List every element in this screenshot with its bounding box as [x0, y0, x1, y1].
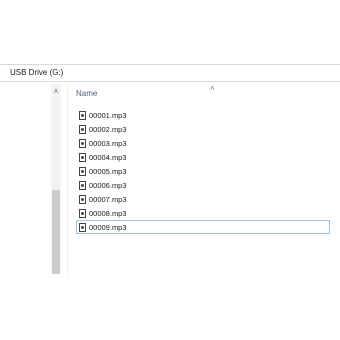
audio-file-icon [79, 110, 86, 120]
sort-ascending-icon: ˄ [210, 84, 215, 93]
audio-file-icon [79, 222, 86, 232]
file-row[interactable]: 00002.mp3 [76, 122, 330, 136]
file-name: 00001.mp3 [89, 110, 127, 120]
file-name: 00004.mp3 [89, 152, 127, 162]
audio-file-icon [79, 152, 86, 162]
file-row-selected[interactable]: 00009.mp3 [76, 220, 330, 234]
file-name: 00006.mp3 [89, 180, 127, 190]
column-header-name[interactable]: Name [76, 89, 97, 98]
file-row[interactable]: 00008.mp3 [76, 206, 330, 220]
audio-file-icon [79, 138, 86, 148]
file-list: 00001.mp3 00002.mp3 00003.mp3 00004.mp3 … [76, 108, 330, 234]
file-row[interactable]: 00005.mp3 [76, 164, 330, 178]
file-row[interactable]: 00001.mp3 [76, 108, 330, 122]
file-row[interactable]: 00003.mp3 [76, 136, 330, 150]
address-path: USB Drive (G:) [10, 68, 64, 77]
file-row[interactable]: 00007.mp3 [76, 192, 330, 206]
audio-file-icon [79, 180, 86, 190]
file-name: 00005.mp3 [89, 166, 127, 176]
audio-file-icon [79, 166, 86, 176]
address-bar[interactable]: USB Drive (G:) [0, 64, 340, 82]
audio-file-icon [79, 124, 86, 134]
file-row[interactable]: 00004.mp3 [76, 150, 330, 164]
audio-file-icon [79, 208, 86, 218]
file-name: 00009.mp3 [89, 222, 127, 232]
file-name: 00007.mp3 [89, 194, 127, 204]
file-name: 00008.mp3 [89, 208, 127, 218]
file-name: 00002.mp3 [89, 124, 127, 134]
navigation-pane-scrollbar[interactable]: ˄ [51, 84, 61, 274]
scroll-thumb[interactable] [52, 190, 60, 274]
file-row[interactable]: 00006.mp3 [76, 178, 330, 192]
pane-divider[interactable] [67, 84, 68, 274]
file-name: 00003.mp3 [89, 138, 127, 148]
audio-file-icon [79, 194, 86, 204]
scroll-up-icon[interactable]: ˄ [51, 88, 61, 96]
